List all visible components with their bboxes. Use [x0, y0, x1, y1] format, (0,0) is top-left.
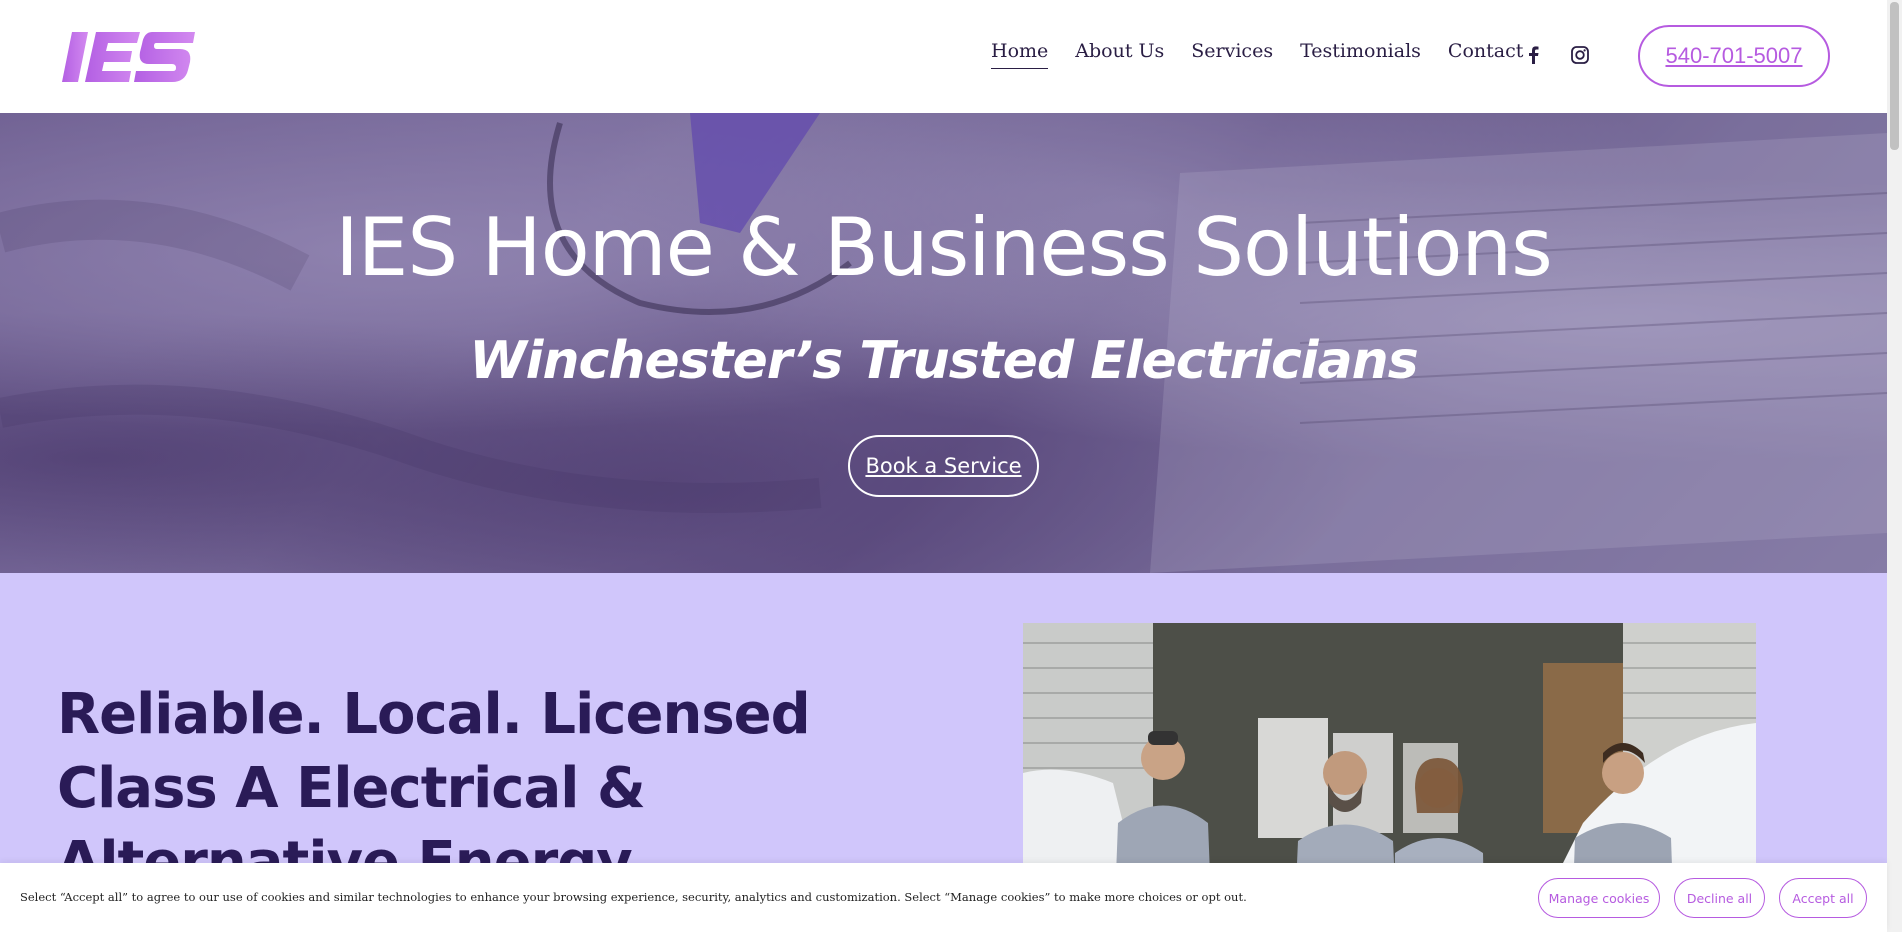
site-header: Home About Us Services Testimonials Cont… [0, 0, 1887, 113]
main-nav: Home About Us Services Testimonials Cont… [991, 40, 1523, 69]
book-service-button[interactable]: Book a Service [848, 435, 1039, 497]
scroll-thumb[interactable] [1890, 2, 1899, 150]
nav-services[interactable]: Services [1191, 40, 1273, 69]
cookie-text: Select “Accept all” to agree to our use … [20, 890, 1247, 904]
phone-button[interactable]: 540-701-5007 [1638, 25, 1830, 87]
accept-all-button[interactable]: Accept all [1779, 878, 1867, 918]
manage-cookies-button[interactable]: Manage cookies [1538, 878, 1660, 918]
decline-all-button[interactable]: Decline all [1674, 878, 1765, 918]
nav-testimonials[interactable]: Testimonials [1300, 40, 1421, 69]
nav-home[interactable]: Home [991, 40, 1049, 69]
facebook-icon[interactable] [1522, 44, 1544, 66]
logo-mark [62, 32, 195, 82]
cookie-banner: Select “Accept all” to agree to our use … [0, 863, 1887, 932]
hero-section: IES Home & Business Solutions Winchester… [0, 113, 1887, 573]
nav-contact[interactable]: Contact [1448, 40, 1523, 69]
page-scrollbar[interactable] [1887, 0, 1902, 932]
nav-about-us[interactable]: About Us [1075, 40, 1164, 69]
instagram-icon[interactable] [1569, 44, 1591, 66]
hero-title: IES Home & Business Solutions [335, 201, 1553, 294]
hero-subtitle: Winchester’s Trusted Electricians [469, 331, 1418, 391]
logo[interactable] [60, 32, 195, 82]
